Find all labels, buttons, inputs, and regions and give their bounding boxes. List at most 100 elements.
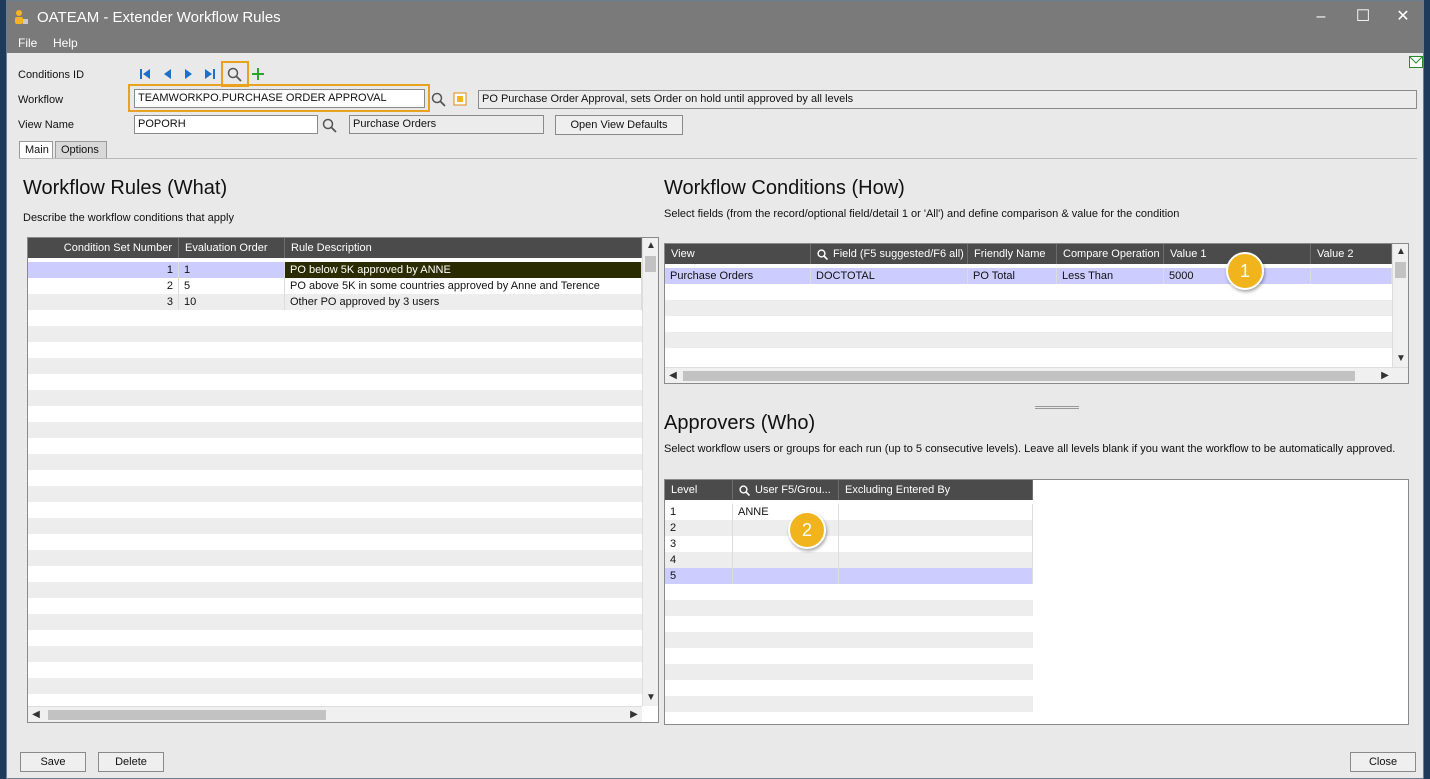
rules-cell-desc[interactable]: PO above 5K in some countries approved b… [285, 278, 642, 294]
view-finder-search-icon[interactable] [322, 118, 337, 133]
scroll-right-icon[interactable]: ▶ [1377, 368, 1393, 383]
empty-row[interactable] [28, 486, 642, 502]
conditions-empty-row[interactable] [665, 332, 1392, 348]
tab-options[interactable]: Options [55, 141, 107, 159]
rules-cell-desc[interactable]: Other PO approved by 3 users [285, 294, 642, 310]
conditions-col-value2[interactable]: Value 2 [1311, 244, 1392, 264]
menu-help[interactable]: Help [53, 36, 78, 50]
workflow-finder-search-icon[interactable] [431, 92, 446, 107]
empty-row[interactable] [28, 598, 642, 614]
approvers-cell-user[interactable] [733, 568, 839, 584]
empty-row[interactable] [28, 310, 642, 326]
save-button[interactable]: Save [20, 752, 86, 772]
approvers-row-5[interactable]: 5 [665, 568, 1033, 584]
empty-row[interactable] [665, 584, 1033, 600]
approvers-cell-level[interactable]: 2 [665, 520, 733, 536]
empty-row[interactable] [28, 678, 642, 694]
rules-cell-desc[interactable]: PO below 5K approved by ANNE [285, 262, 642, 278]
conditions-cell-view[interactable]: Purchase Orders [665, 268, 811, 284]
last-record-icon[interactable] [204, 68, 216, 80]
empty-row[interactable] [28, 326, 642, 342]
conditions-empty-row[interactable] [665, 316, 1392, 332]
rules-cell-set[interactable]: 2 [28, 278, 179, 294]
approvers-row-2[interactable]: 2 [665, 520, 1033, 536]
workflow-zoom-icon[interactable] [453, 92, 467, 106]
empty-row[interactable] [28, 518, 642, 534]
approvers-cell-user[interactable]: ANNE [733, 504, 839, 520]
approvers-cell-user[interactable] [733, 552, 839, 568]
mail-icon[interactable] [1409, 56, 1423, 68]
conditions-cell-friendly[interactable]: PO Total [968, 268, 1057, 284]
conditions-empty-row[interactable] [665, 300, 1392, 316]
conditions-horizontal-scrollbar[interactable]: ◀ ▶ [665, 367, 1408, 383]
approvers-row-1[interactable]: 1 ANNE [665, 504, 1033, 520]
first-record-icon[interactable] [139, 68, 151, 80]
empty-row[interactable] [28, 470, 642, 486]
rules-col-condition-set[interactable]: Condition Set Number [28, 238, 179, 258]
rules-horizontal-scrollbar[interactable]: ◀ ▶ [28, 706, 642, 722]
open-view-defaults-button[interactable]: Open View Defaults [555, 115, 683, 135]
scroll-left-icon[interactable]: ◀ [28, 707, 44, 722]
minimize-button[interactable]: – [1301, 5, 1341, 29]
empty-row[interactable] [28, 438, 642, 454]
conditions-col-friendly-name[interactable]: Friendly Name [968, 244, 1057, 264]
approvers-cell-level[interactable]: 1 [665, 504, 733, 520]
approvers-cell-excluding[interactable] [839, 536, 1033, 552]
scroll-left-icon[interactable]: ◀ [665, 368, 681, 383]
conditions-hscroll-thumb[interactable] [683, 371, 1355, 381]
rules-cell-set[interactable]: 1 [28, 262, 179, 278]
panel-splitter[interactable] [1035, 406, 1079, 409]
empty-row[interactable] [28, 454, 642, 470]
rules-cell-order[interactable]: 1 [179, 262, 285, 278]
approvers-cell-excluding[interactable] [839, 568, 1033, 584]
empty-row[interactable] [665, 648, 1033, 664]
empty-row[interactable] [28, 550, 642, 566]
empty-row[interactable] [665, 600, 1033, 616]
view-name-input[interactable]: POPORH [134, 115, 318, 134]
empty-row[interactable] [28, 662, 642, 678]
conditions-finder-search-icon[interactable] [227, 67, 242, 82]
tab-main[interactable]: Main [19, 141, 53, 159]
scroll-down-icon[interactable]: ▼ [643, 690, 658, 706]
field-finder-search-icon[interactable] [817, 249, 828, 260]
conditions-col-compare[interactable]: Compare Operation [1057, 244, 1164, 264]
conditions-col-view[interactable]: View [665, 244, 811, 264]
conditions-cell-field[interactable]: DOCTOTAL [811, 268, 968, 284]
approvers-cell-level[interactable]: 5 [665, 568, 733, 584]
empty-row[interactable] [28, 566, 642, 582]
rules-cell-order[interactable]: 5 [179, 278, 285, 294]
approvers-cell-excluding[interactable] [839, 520, 1033, 536]
user-finder-search-icon[interactable] [739, 485, 750, 496]
empty-row[interactable] [28, 406, 642, 422]
empty-row[interactable] [28, 582, 642, 598]
conditions-cell-compare[interactable]: Less Than [1057, 268, 1164, 284]
empty-row[interactable] [665, 696, 1033, 712]
scroll-right-icon[interactable]: ▶ [626, 707, 642, 722]
scroll-up-icon[interactable]: ▲ [643, 238, 658, 254]
rules-vertical-scrollbar[interactable]: ▲ ▼ [642, 238, 658, 706]
conditions-col-field[interactable]: Field (F5 suggested/F6 all) [811, 244, 968, 264]
empty-row[interactable] [28, 342, 642, 358]
next-record-icon[interactable] [183, 68, 195, 80]
empty-row[interactable] [28, 534, 642, 550]
empty-row[interactable] [28, 502, 642, 518]
menu-file[interactable]: File [18, 36, 37, 50]
rules-hscroll-thumb[interactable] [48, 710, 326, 720]
conditions-empty-row[interactable] [665, 284, 1392, 300]
approvers-cell-level[interactable]: 4 [665, 552, 733, 568]
rules-row-2[interactable]: 2 5 PO above 5K in some countries approv… [28, 278, 642, 294]
rules-row-3[interactable]: 3 10 Other PO approved by 3 users [28, 294, 642, 310]
approvers-col-level[interactable]: Level [665, 480, 733, 500]
conditions-cell-value2[interactable] [1311, 268, 1392, 284]
empty-row[interactable] [665, 664, 1033, 680]
approvers-cell-excluding[interactable] [839, 552, 1033, 568]
empty-row[interactable] [28, 614, 642, 630]
empty-row[interactable] [665, 680, 1033, 696]
approvers-col-excluding[interactable]: Excluding Entered By [839, 480, 1033, 500]
empty-row[interactable] [28, 646, 642, 662]
empty-row[interactable] [28, 358, 642, 374]
rules-col-rule-description[interactable]: Rule Description [285, 238, 642, 258]
workflow-input[interactable]: TEAMWORKPO.PURCHASE ORDER APPROVAL [134, 89, 425, 108]
rules-vscroll-thumb[interactable] [645, 256, 656, 272]
conditions-empty-row[interactable] [665, 348, 1392, 364]
